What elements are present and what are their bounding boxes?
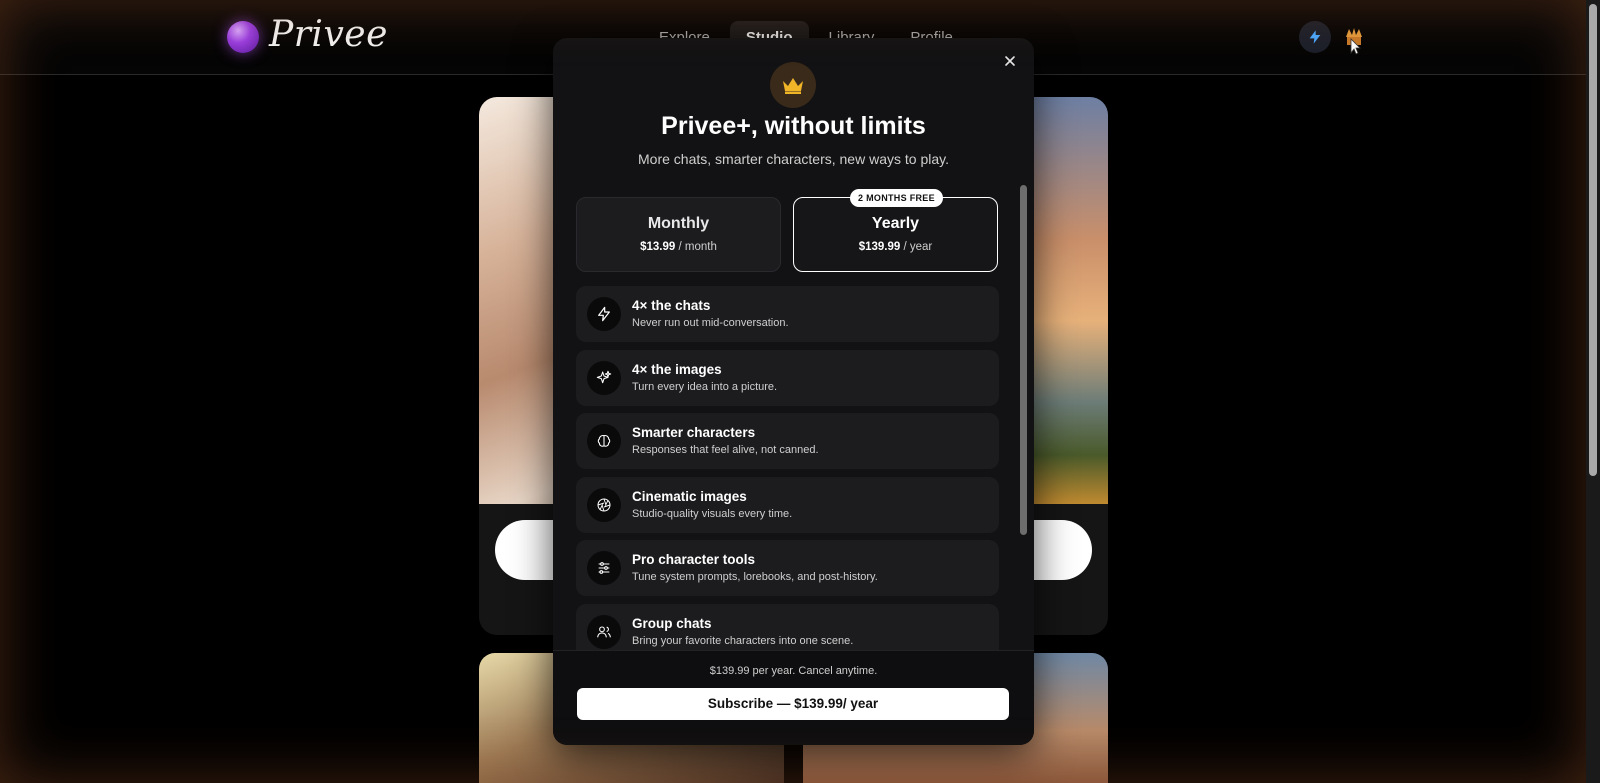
- lightning-icon: [598, 306, 610, 322]
- plan-badge: 2 MONTHS FREE: [850, 189, 943, 207]
- feature-title: 4× the chats: [632, 298, 711, 313]
- modal-subtitle: More chats, smarter characters, new ways…: [638, 151, 949, 167]
- feature-desc: Responses that feel alive, not canned.: [632, 444, 819, 457]
- feature-item: 4× the images Turn every idea into a pic…: [576, 349, 999, 406]
- feature-title: Group chats: [632, 615, 712, 631]
- aperture-icon: [597, 498, 611, 512]
- modal-title: Privee+, without limits: [661, 112, 926, 140]
- feature-desc: Tune system prompts, lorebooks, and post…: [632, 571, 878, 584]
- upgrade-modal: Privee+, without limits More chats, smar…: [553, 38, 1034, 745]
- feature-title: 4× the images: [632, 361, 722, 377]
- close-button[interactable]: [1000, 51, 1020, 71]
- billing-note: $139.99 per year. Cancel anytime.: [709, 665, 878, 677]
- plan-name: Yearly: [871, 215, 920, 232]
- feature-desc: Studio-quality visuals every time.: [632, 507, 793, 520]
- boost-button[interactable]: [1299, 21, 1331, 53]
- plan-monthly[interactable]: Monthly $13.99 / month: [576, 197, 781, 272]
- feature-item: Smarter characters Responses that feel a…: [576, 413, 999, 470]
- crown-icon: [783, 78, 803, 94]
- feature-desc: Never run out mid-conversation.: [632, 317, 789, 329]
- plan-name: Monthly: [647, 215, 710, 232]
- page-scrollbar[interactable]: [1586, 0, 1600, 783]
- feature-list: 4× the chats Never run out mid-conversat…: [576, 286, 999, 668]
- modal-scrollbar-thumb[interactable]: [1020, 185, 1027, 535]
- subscribe-button[interactable]: Subscribe — $139.99/ year: [577, 688, 1009, 720]
- feature-title: Cinematic images: [632, 488, 747, 504]
- close-icon: [1005, 56, 1015, 66]
- modal-scrollbar[interactable]: [1019, 185, 1029, 648]
- avatar-icon: [1346, 28, 1362, 55]
- user-avatar[interactable]: [1343, 27, 1365, 55]
- feature-desc: Turn every idea into a picture.: [632, 380, 778, 393]
- brain-icon: [597, 435, 611, 447]
- feature-item: Pro character tools Tune system prompts,…: [576, 540, 999, 597]
- plan-price: $139.99 / year: [858, 241, 933, 253]
- scrollbar-thumb[interactable]: [1589, 4, 1597, 476]
- lightning-icon: [1309, 30, 1321, 44]
- logo-orb-icon[interactable]: [227, 21, 259, 53]
- feature-title: Pro character tools: [632, 552, 756, 568]
- plan-selector: Monthly $13.99 / month 2 MONTHS FREE Yea…: [576, 189, 999, 272]
- feature-item: 4× the chats Never run out mid-conversat…: [576, 286, 999, 342]
- feature-title: Smarter characters: [632, 425, 756, 441]
- feature-item: Cinematic images Studio-quality visuals …: [576, 476, 999, 533]
- feature-desc: Bring your favorite characters into one …: [632, 634, 854, 647]
- plan-price: $13.99 / month: [640, 241, 717, 253]
- users-icon: [597, 626, 611, 638]
- crown-badge: [770, 62, 816, 108]
- modal-footer: $139.99 per year. Cancel anytime. Subscr…: [553, 650, 1034, 745]
- plan-yearly[interactable]: 2 MONTHS FREE Yearly $139.99 / year: [793, 189, 998, 272]
- sparkles-icon: [596, 370, 612, 383]
- logo-text[interactable]: Privee: [269, 14, 388, 55]
- sliders-icon: [598, 562, 610, 575]
